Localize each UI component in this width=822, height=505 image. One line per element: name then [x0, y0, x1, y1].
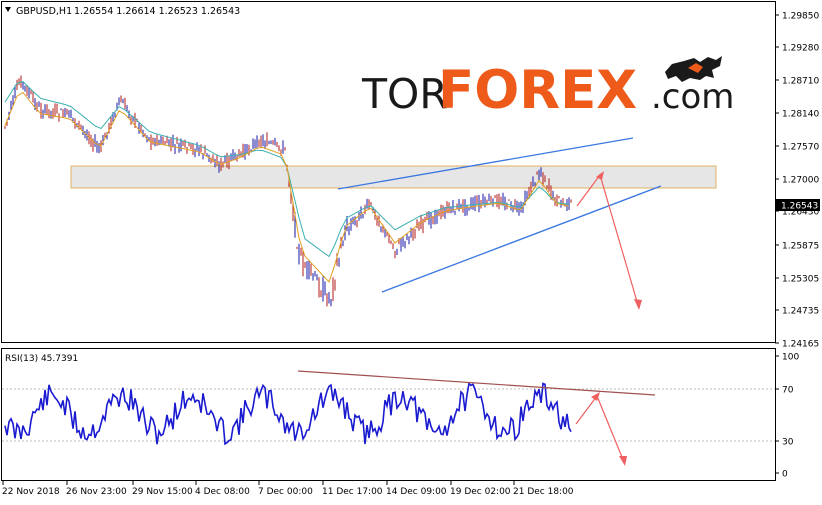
ohlc-values: 1.26554 1.26614 1.26523 1.26543	[74, 6, 240, 17]
rsi-tick-label: 0	[782, 470, 788, 480]
price-tick-label: 1.24735	[782, 307, 819, 317]
symbol-label: GBPUSD,H1	[16, 6, 72, 17]
current-price-label: 1.26543	[781, 202, 818, 212]
price-tick-label: 1.25305	[782, 275, 819, 285]
time-tick-label: 22 Nov 2018	[2, 487, 60, 497]
price-tick-label: 1.24165	[782, 340, 819, 350]
price-tick-label: 1.29850	[782, 12, 819, 22]
time-tick-label: 11 Dec 17:00	[322, 487, 383, 497]
price-tick-label: 1.28710	[782, 77, 819, 87]
price-chart-window[interactable]: GBPUSD,H1 1.26554 1.26614 1.26523 1.2654…	[0, 0, 822, 501]
logo-text-forex: FOREX	[438, 60, 637, 121]
rsi-tick-label: 100	[782, 353, 799, 363]
rsi-label: RSI(13) 45.7391	[5, 354, 78, 364]
time-tick-label: 4 Dec 08:00	[195, 487, 250, 497]
rsi-tick-label: 70	[782, 386, 794, 396]
price-tick-label: 1.29280	[782, 44, 819, 54]
time-tick-label: 7 Dec 00:00	[258, 487, 313, 497]
price-tick-label: 1.27000	[782, 176, 819, 186]
time-tick-label: 29 Nov 15:00	[132, 487, 193, 497]
price-tick-label: 1.27570	[782, 143, 819, 153]
price-tick-label: 1.25875	[782, 242, 819, 252]
time-tick-label: 14 Dec 09:00	[386, 487, 447, 497]
time-tick-label: 21 Dec 18:00	[513, 487, 574, 497]
rsi-tick-label: 30	[782, 438, 794, 448]
time-tick-label: 26 Nov 23:00	[66, 487, 127, 497]
time-tick-label: 19 Dec 02:00	[450, 487, 511, 497]
logo-text-com: .com	[651, 77, 734, 117]
price-tick-label: 1.28140	[782, 110, 819, 120]
logo-text-tor: TOR	[361, 70, 448, 118]
resistance-zone[interactable]	[70, 165, 717, 189]
